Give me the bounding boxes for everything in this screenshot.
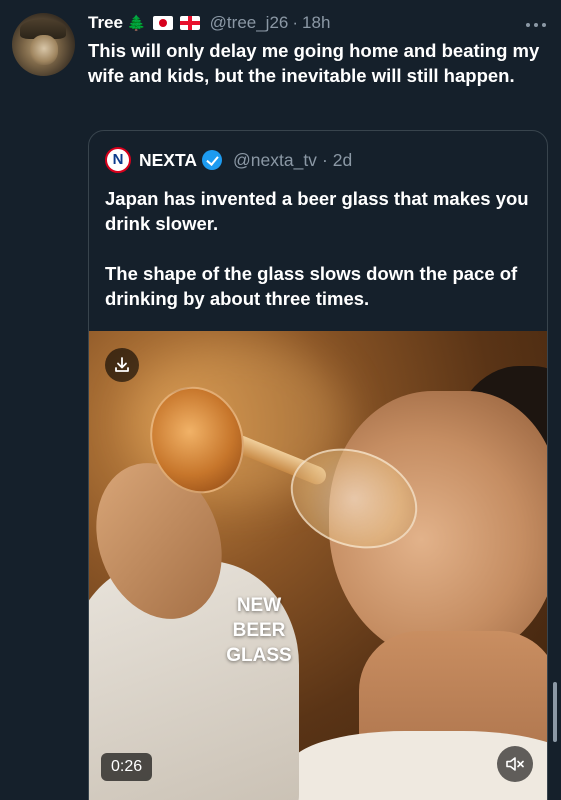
quoted-timestamp[interactable]: 2d bbox=[333, 150, 352, 171]
avatar[interactable] bbox=[12, 13, 75, 76]
download-icon bbox=[115, 357, 129, 372]
video-caption-line: NEW bbox=[236, 595, 282, 616]
tweet[interactable]: Tree 🌲 @tree_j26 · 18h This will only de… bbox=[0, 0, 561, 800]
video-duration: 0:26 bbox=[101, 753, 153, 781]
tweet-text: This will only delay me going home and b… bbox=[88, 40, 540, 86]
scrollbar[interactable] bbox=[553, 682, 557, 742]
quoted-tweet-text: Japan has invented a beer glass that mak… bbox=[105, 186, 535, 311]
georgia-flag-icon bbox=[179, 16, 200, 30]
display-name[interactable]: Tree bbox=[88, 13, 123, 33]
tweet-header: Tree 🌲 @tree_j26 · 18h bbox=[88, 11, 330, 35]
download-button[interactable] bbox=[105, 348, 139, 382]
more-options-icon[interactable] bbox=[525, 12, 547, 33]
timestamp[interactable]: 18h bbox=[302, 13, 330, 33]
handle[interactable]: @tree_j26 bbox=[210, 13, 289, 33]
nexta-logo-letter: N bbox=[112, 151, 124, 168]
verified-badge-icon bbox=[202, 150, 223, 170]
nexta-logo-avatar[interactable]: N bbox=[105, 147, 131, 173]
quoted-display-name[interactable]: NEXTA bbox=[139, 150, 197, 171]
avatar-face bbox=[30, 35, 58, 65]
japan-flag-icon bbox=[152, 16, 173, 30]
volume-muted-icon bbox=[506, 757, 524, 771]
video-caption-line: GLASS bbox=[226, 645, 292, 666]
separator-dot: · bbox=[292, 13, 299, 32]
quoted-paragraph: The shape of the glass slows down the pa… bbox=[105, 263, 518, 309]
quoted-handle[interactable]: @nexta_tv bbox=[233, 150, 317, 171]
separator-dot: · bbox=[321, 149, 328, 170]
video-player[interactable]: NEW BEER GLASS 0:26 bbox=[89, 331, 547, 800]
video-caption: NEW BEER GLASS bbox=[199, 593, 319, 668]
quoted-tweet-header: N NEXTA @nexta_tv · 2d bbox=[105, 147, 352, 173]
volume-button[interactable] bbox=[497, 746, 533, 782]
tree-emoji-icon: 🌲 bbox=[126, 14, 146, 32]
video-caption-line: BEER bbox=[232, 620, 286, 641]
quoted-tweet[interactable]: N NEXTA @nexta_tv · 2d Japan has invente… bbox=[88, 130, 548, 800]
quoted-paragraph: Japan has invented a beer glass that mak… bbox=[105, 188, 529, 234]
